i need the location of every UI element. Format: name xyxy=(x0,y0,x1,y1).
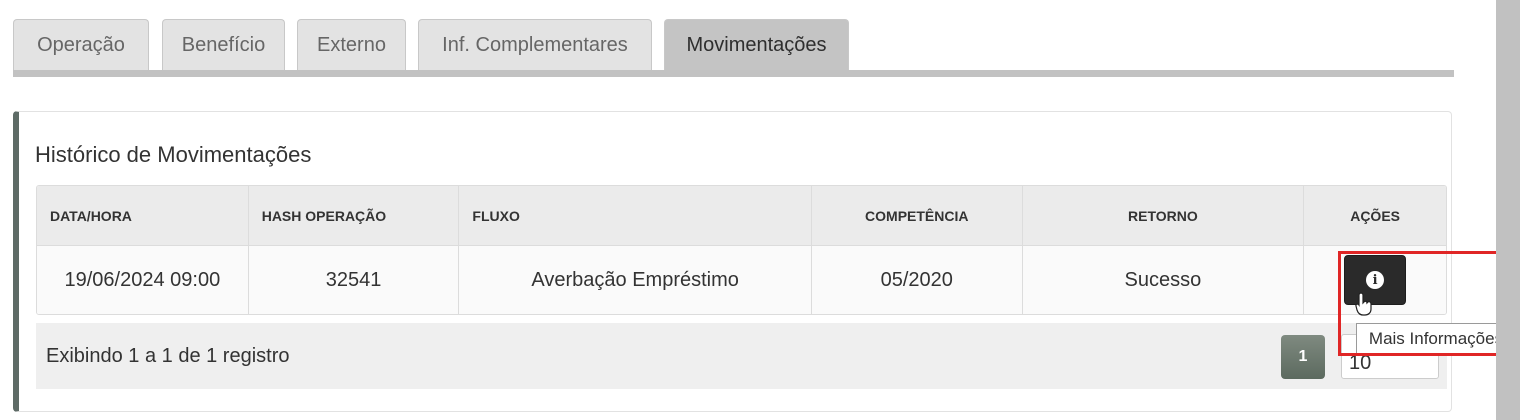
more-info-button[interactable]: i xyxy=(1344,255,1407,305)
tab-inf-complementares[interactable]: Inf. Complementares xyxy=(418,19,652,70)
hand-cursor-icon xyxy=(1355,292,1372,316)
cell-fluxo: Averbação Empréstimo xyxy=(459,246,812,314)
cell-acoes: i xyxy=(1304,246,1446,314)
table-header: DATA/HORA HASH OPERAÇÃO FLUXO COMPETÊNCI… xyxy=(37,186,1446,246)
column-header-retorno[interactable]: RETORNO xyxy=(1023,186,1305,245)
tab-movimentacoes[interactable]: Movimentações xyxy=(664,19,849,70)
cell-data-hora: 19/06/2024 09:00 xyxy=(37,246,249,314)
records-info: Exibindo 1 a 1 de 1 registro xyxy=(46,345,290,367)
panel-title: Histórico de Movimentações xyxy=(35,142,312,167)
cell-competencia: 05/2020 xyxy=(812,246,1023,314)
cell-retorno: Sucesso xyxy=(1023,246,1305,314)
cell-hash-operacao: 32541 xyxy=(249,246,460,314)
tab-beneficio[interactable]: Benefício xyxy=(162,19,285,70)
column-header-data-hora[interactable]: DATA/HORA xyxy=(37,186,249,245)
pagination-page-button[interactable]: 1 xyxy=(1281,335,1325,379)
column-header-fluxo[interactable]: FLUXO xyxy=(459,186,812,245)
info-icon: i xyxy=(1366,271,1385,289)
column-header-competencia[interactable]: COMPETÊNCIA xyxy=(812,186,1023,245)
table-footer: Exibindo 1 a 1 de 1 registro 1 10 xyxy=(36,323,1447,389)
table-row: 19/06/2024 09:00 32541 Averbação Emprést… xyxy=(37,246,1446,314)
tab-externo[interactable]: Externo xyxy=(297,19,406,70)
more-info-tooltip: Mais Informações xyxy=(1356,323,1516,355)
column-header-acoes: AÇÕES xyxy=(1350,207,1400,224)
column-header-hash-operacao[interactable]: HASH OPERAÇÃO xyxy=(249,186,460,245)
movements-table: DATA/HORA HASH OPERAÇÃO FLUXO COMPETÊNCI… xyxy=(36,185,1447,315)
tab-bar: Operação Benefício Externo Inf. Compleme… xyxy=(13,18,1454,78)
movements-panel: Histórico de Movimentações DATA/HORA HAS… xyxy=(13,111,1452,412)
tab-underline xyxy=(13,70,1454,77)
vertical-scrollbar[interactable] xyxy=(1496,0,1520,420)
tab-operacao[interactable]: Operação xyxy=(13,19,149,70)
